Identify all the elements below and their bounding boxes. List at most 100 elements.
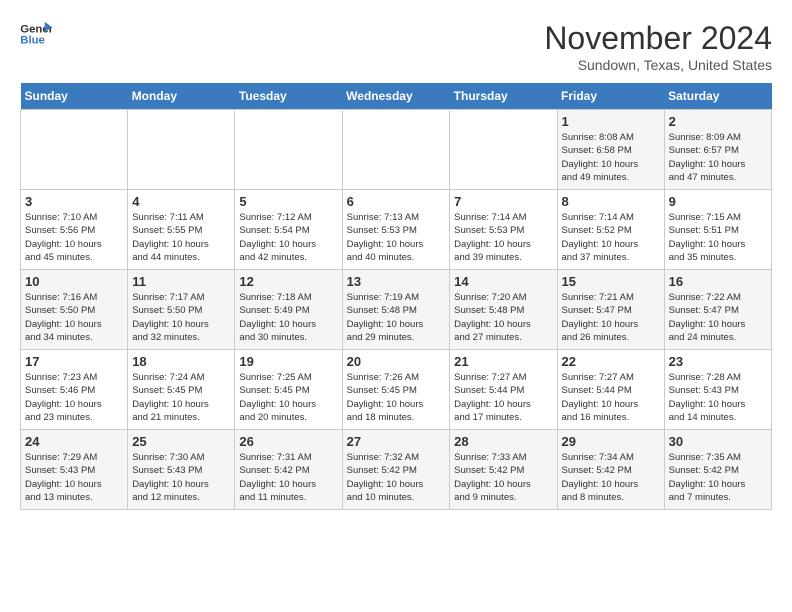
day-info: Sunrise: 7:21 AM Sunset: 5:47 PM Dayligh… [562,291,660,344]
day-number: 3 [25,194,123,209]
day-of-week-header: Wednesday [342,83,450,110]
day-of-week-header: Monday [128,83,235,110]
day-info: Sunrise: 7:18 AM Sunset: 5:49 PM Dayligh… [239,291,337,344]
calendar-week-row: 3 Sunrise: 7:10 AM Sunset: 5:56 PM Daylig… [21,190,772,270]
day-info: Sunrise: 7:31 AM Sunset: 5:42 PM Dayligh… [239,451,337,504]
day-number: 28 [454,434,552,449]
day-info: Sunrise: 7:27 AM Sunset: 5:44 PM Dayligh… [562,371,660,424]
calendar-day-cell: 4 Sunrise: 7:11 AM Sunset: 5:55 PM Daylig… [128,190,235,270]
calendar-day-cell: 26Sunrise: 7:31 AM Sunset: 5:42 PM Dayli… [235,430,342,510]
day-number: 7 [454,194,552,209]
day-number: 12 [239,274,337,289]
calendar-body: 1 Sunrise: 8:08 AM Sunset: 6:58 PM Daylig… [21,110,772,510]
calendar-day-cell [235,110,342,190]
day-number: 16 [669,274,767,289]
day-number: 23 [669,354,767,369]
calendar-day-cell [128,110,235,190]
day-number: 24 [25,434,123,449]
calendar-day-cell: 16 Sunrise: 7:22 AM Sunset: 5:47 PM Dayli… [664,270,771,350]
calendar-day-cell: 10 Sunrise: 7:16 AM Sunset: 5:50 PM Dayli… [21,270,128,350]
day-info: Sunrise: 7:10 AM Sunset: 5:56 PM Dayligh… [25,211,123,264]
calendar-week-row: 10 Sunrise: 7:16 AM Sunset: 5:50 PM Dayli… [21,270,772,350]
day-info: Sunrise: 7:29 AM Sunset: 5:43 PM Dayligh… [25,451,123,504]
day-info: Sunrise: 8:08 AM Sunset: 6:58 PM Dayligh… [562,131,660,184]
calendar-table: SundayMondayTuesdayWednesdayThursdayFrid… [20,83,772,510]
day-number: 4 [132,194,230,209]
calendar-day-cell: 6Sunrise: 7:13 AM Sunset: 5:53 PM Daylig… [342,190,450,270]
day-number: 6 [347,194,446,209]
calendar-day-cell [342,110,450,190]
calendar-day-cell: 9 Sunrise: 7:15 AM Sunset: 5:51 PM Daylig… [664,190,771,270]
page-header: General Blue November 2024 Sundown, Texa… [20,20,772,73]
calendar-day-cell: 13Sunrise: 7:19 AM Sunset: 5:48 PM Dayli… [342,270,450,350]
day-info: Sunrise: 7:14 AM Sunset: 5:52 PM Dayligh… [562,211,660,264]
day-number: 22 [562,354,660,369]
day-of-week-header: Friday [557,83,664,110]
calendar-day-cell: 3 Sunrise: 7:10 AM Sunset: 5:56 PM Daylig… [21,190,128,270]
day-info: Sunrise: 7:15 AM Sunset: 5:51 PM Dayligh… [669,211,767,264]
calendar-day-cell: 19Sunrise: 7:25 AM Sunset: 5:45 PM Dayli… [235,350,342,430]
day-number: 11 [132,274,230,289]
day-number: 8 [562,194,660,209]
day-info: Sunrise: 8:09 AM Sunset: 6:57 PM Dayligh… [669,131,767,184]
day-number: 10 [25,274,123,289]
calendar-day-cell: 18Sunrise: 7:24 AM Sunset: 5:45 PM Dayli… [128,350,235,430]
calendar-header-row: SundayMondayTuesdayWednesdayThursdayFrid… [21,83,772,110]
day-info: Sunrise: 7:28 AM Sunset: 5:43 PM Dayligh… [669,371,767,424]
day-number: 1 [562,114,660,129]
day-info: Sunrise: 7:32 AM Sunset: 5:42 PM Dayligh… [347,451,446,504]
calendar-day-cell: 27Sunrise: 7:32 AM Sunset: 5:42 PM Dayli… [342,430,450,510]
day-info: Sunrise: 7:16 AM Sunset: 5:50 PM Dayligh… [25,291,123,344]
calendar-day-cell [21,110,128,190]
calendar-week-row: 1 Sunrise: 8:08 AM Sunset: 6:58 PM Daylig… [21,110,772,190]
day-of-week-header: Tuesday [235,83,342,110]
calendar-day-cell: 24 Sunrise: 7:29 AM Sunset: 5:43 PM Dayli… [21,430,128,510]
day-info: Sunrise: 7:11 AM Sunset: 5:55 PM Dayligh… [132,211,230,264]
calendar-day-cell: 28Sunrise: 7:33 AM Sunset: 5:42 PM Dayli… [450,430,557,510]
day-number: 30 [669,434,767,449]
calendar-day-cell: 12 Sunrise: 7:18 AM Sunset: 5:49 PM Dayli… [235,270,342,350]
calendar-day-cell: 11Sunrise: 7:17 AM Sunset: 5:50 PM Dayli… [128,270,235,350]
calendar-day-cell: 20 Sunrise: 7:26 AM Sunset: 5:45 PM Dayli… [342,350,450,430]
day-info: Sunrise: 7:27 AM Sunset: 5:44 PM Dayligh… [454,371,552,424]
day-of-week-header: Thursday [450,83,557,110]
month-title: November 2024 [544,20,772,57]
calendar-day-cell: 1 Sunrise: 8:08 AM Sunset: 6:58 PM Daylig… [557,110,664,190]
logo: General Blue [20,20,52,48]
calendar-day-cell: 7 Sunrise: 7:14 AM Sunset: 5:53 PM Daylig… [450,190,557,270]
calendar-day-cell: 30 Sunrise: 7:35 AM Sunset: 5:42 PM Dayli… [664,430,771,510]
day-info: Sunrise: 7:12 AM Sunset: 5:54 PM Dayligh… [239,211,337,264]
day-number: 15 [562,274,660,289]
calendar-day-cell [450,110,557,190]
calendar-day-cell: 5 Sunrise: 7:12 AM Sunset: 5:54 PM Daylig… [235,190,342,270]
calendar-day-cell: 17 Sunrise: 7:23 AM Sunset: 5:46 PM Dayli… [21,350,128,430]
calendar-day-cell: 14Sunrise: 7:20 AM Sunset: 5:48 PM Dayli… [450,270,557,350]
calendar-day-cell: 15 Sunrise: 7:21 AM Sunset: 5:47 PM Dayli… [557,270,664,350]
calendar-day-cell: 25Sunrise: 7:30 AM Sunset: 5:43 PM Dayli… [128,430,235,510]
day-info: Sunrise: 7:25 AM Sunset: 5:45 PM Dayligh… [239,371,337,424]
day-number: 21 [454,354,552,369]
day-info: Sunrise: 7:22 AM Sunset: 5:47 PM Dayligh… [669,291,767,344]
calendar-day-cell: 22 Sunrise: 7:27 AM Sunset: 5:44 PM Dayli… [557,350,664,430]
day-info: Sunrise: 7:34 AM Sunset: 5:42 PM Dayligh… [562,451,660,504]
day-number: 13 [347,274,446,289]
calendar-week-row: 24 Sunrise: 7:29 AM Sunset: 5:43 PM Dayli… [21,430,772,510]
day-of-week-header: Saturday [664,83,771,110]
day-number: 18 [132,354,230,369]
calendar-day-cell: 8 Sunrise: 7:14 AM Sunset: 5:52 PM Daylig… [557,190,664,270]
day-of-week-header: Sunday [21,83,128,110]
day-info: Sunrise: 7:23 AM Sunset: 5:46 PM Dayligh… [25,371,123,424]
location-subtitle: Sundown, Texas, United States [544,57,772,73]
day-number: 29 [562,434,660,449]
day-info: Sunrise: 7:35 AM Sunset: 5:42 PM Dayligh… [669,451,767,504]
day-number: 20 [347,354,446,369]
day-number: 5 [239,194,337,209]
day-info: Sunrise: 7:14 AM Sunset: 5:53 PM Dayligh… [454,211,552,264]
calendar-day-cell: 21 Sunrise: 7:27 AM Sunset: 5:44 PM Dayli… [450,350,557,430]
day-info: Sunrise: 7:26 AM Sunset: 5:45 PM Dayligh… [347,371,446,424]
svg-text:Blue: Blue [20,35,45,47]
day-info: Sunrise: 7:30 AM Sunset: 5:43 PM Dayligh… [132,451,230,504]
day-info: Sunrise: 7:20 AM Sunset: 5:48 PM Dayligh… [454,291,552,344]
day-number: 17 [25,354,123,369]
day-number: 9 [669,194,767,209]
